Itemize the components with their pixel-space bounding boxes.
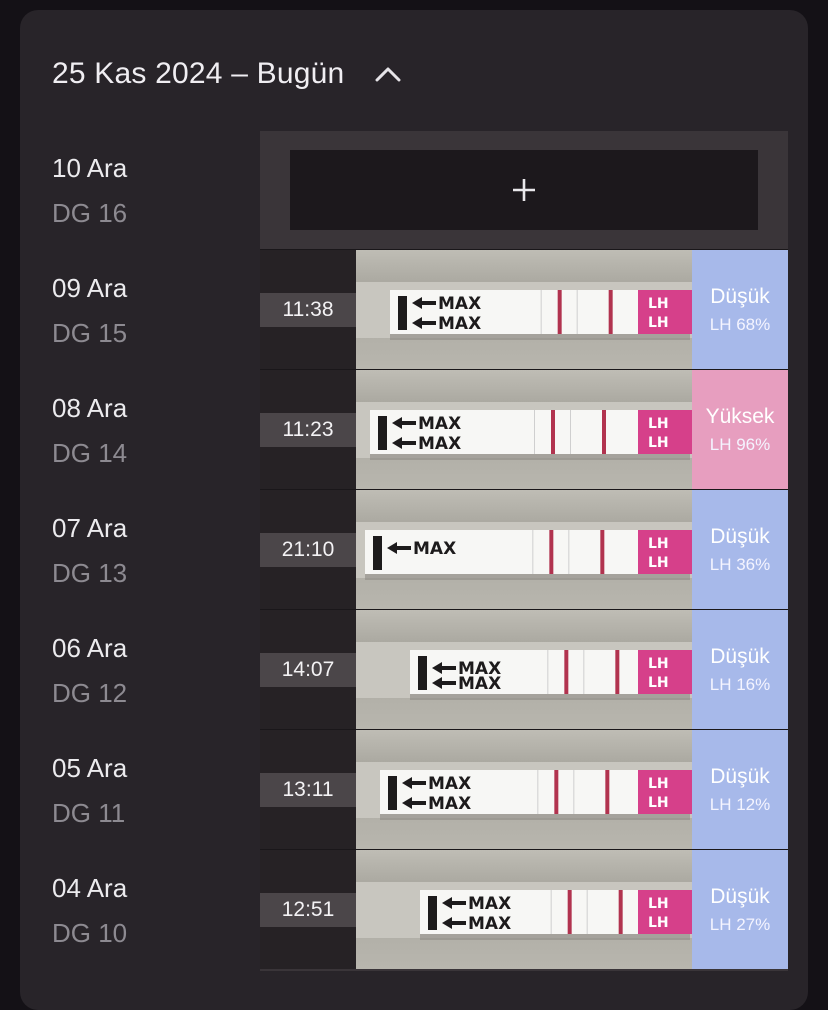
strip-cap-text: LH [648,675,669,691]
day-label: 09 Ara DG 15 [52,273,252,349]
period-title: 25 Kas 2024 – Bugün [52,57,345,90]
test-time: 21:10 [260,490,356,609]
day-date: 09 Ara [52,273,128,303]
strip-max-text: MAX [418,434,461,454]
strip-cap-text: LH [648,656,669,672]
day-label: 10 Ara DG 16 [52,153,252,229]
test-time: 14:07 [260,610,356,729]
day-label: 07 Ara DG 13 [52,513,252,589]
chevron-up-icon[interactable] [374,65,402,83]
add-test-button[interactable] [290,150,758,230]
day-date: 04 Ara [52,873,128,903]
strip-max-text: MAX [418,414,461,434]
strip-cap-text: LH [648,536,669,552]
result-label: Düşük [710,284,770,308]
cycle-day: DG 11 [52,798,126,828]
day-label: 08 Ara DG 14 [52,393,252,469]
test-row[interactable]: 21:10 MAX LH LH Düşük LH 36% [260,489,788,609]
strip-max-text: MAX [438,314,481,334]
test-strip-photo[interactable]: MAX MAX LH LH [356,730,692,849]
strip-max-text: MAX [428,774,471,794]
day-date: 07 Ara [52,513,128,543]
test-time-label: 21:10 [260,532,356,567]
lh-value: LH 96% [709,434,771,454]
day-label: 05 Ara DG 11 [52,753,252,829]
day-label: 06 Ara DG 12 [52,633,252,709]
lh-value: LH 36% [709,554,771,574]
strip-cap-text: LH [648,915,669,931]
day-label: 04 Ara DG 10 [52,873,252,949]
lh-value: LH 16% [709,674,771,694]
test-time-label: 13:11 [260,772,356,807]
strip-cap-text: LH [648,795,669,811]
result-label: Yüksek [705,404,775,428]
test-time: 12:51 [260,850,356,969]
test-result: Yüksek LH 96% [692,370,788,489]
strip-max-text: MAX [428,794,471,814]
period-header[interactable]: 25 Kas 2024 – Bugün [52,52,402,96]
test-row[interactable]: 12:51 MAX MAX LH LH Düşük LH 27% [260,849,788,969]
strip-cap-text: LH [648,315,669,331]
day-date: 10 Ara [52,153,128,183]
test-time: 11:38 [260,250,356,369]
test-strip-photo[interactable]: MAX MAX LH LH [356,370,692,489]
strip-cap-text: LH [648,776,669,792]
cycle-day: DG 15 [52,318,128,348]
cycle-day: DG 16 [52,198,128,228]
result-label: Düşük [710,524,770,548]
cycle-day: DG 14 [52,438,128,468]
strip-max-text: MAX [438,294,481,314]
day-date: 06 Ara [52,633,128,663]
strip-cap-text: LH [648,416,669,432]
lh-value: LH 68% [709,314,771,334]
test-strip-photo[interactable]: MAX MAX LH LH [356,250,692,369]
lh-value: LH 27% [709,914,771,934]
strip-max-text: MAX [468,894,511,914]
strip-cap-text: LH [648,435,669,451]
test-time: 13:11 [260,730,356,849]
test-result: Düşük LH 27% [692,850,788,969]
test-time-label: 11:38 [260,292,356,327]
test-result: Düşük LH 68% [692,250,788,369]
lh-value: LH 12% [709,794,771,814]
cycle-day: DG 13 [52,558,128,588]
cycle-day: DG 12 [52,678,128,708]
history-card: 25 Kas 2024 – Bugün 10 Ara DG 16 09 Ara DG … [20,10,808,1010]
strip-max-text: MAX [468,914,511,934]
test-result: Düşük LH 12% [692,730,788,849]
test-strip-photo[interactable]: MAX LH LH [356,490,692,609]
cycle-day: DG 10 [52,918,128,948]
test-result: Düşük LH 36% [692,490,788,609]
test-row[interactable]: 14:07 MAX MAX LH LH Düşük LH 16% [260,609,788,729]
test-time: 11:23 [260,370,356,489]
test-time-label: 14:07 [260,652,356,687]
test-time-label: 12:51 [260,892,356,927]
strip-cap-text: LH [648,896,669,912]
strip-cap-text: LH [648,555,669,571]
result-label: Düşük [710,764,770,788]
test-row[interactable]: 13:11 MAX MAX LH LH Düşük LH 12% [260,729,788,849]
strip-max-text: MAX [458,674,501,694]
strip-max-text: MAX [413,539,456,559]
test-strip-photo[interactable]: MAX MAX LH LH [356,610,692,729]
result-label: Düşük [710,884,770,908]
plus-icon [513,179,535,201]
test-strip-list: 11:38 MAX MAX LH LH Düşük LH 68% 11:23 MAX MAX LH L… [260,131,788,971]
day-date: 08 Ara [52,393,128,423]
day-date: 05 Ara [52,753,128,783]
strip-cap-text: LH [648,296,669,312]
test-row[interactable]: 11:38 MAX MAX LH LH Düşük LH 68% [260,249,788,369]
result-label: Düşük [710,644,770,668]
test-strip-photo[interactable]: MAX MAX LH LH [356,850,692,969]
test-result: Düşük LH 16% [692,610,788,729]
test-row[interactable]: 11:23 MAX MAX LH LH Yüksek LH 96% [260,369,788,489]
test-time-label: 11:23 [260,412,356,447]
